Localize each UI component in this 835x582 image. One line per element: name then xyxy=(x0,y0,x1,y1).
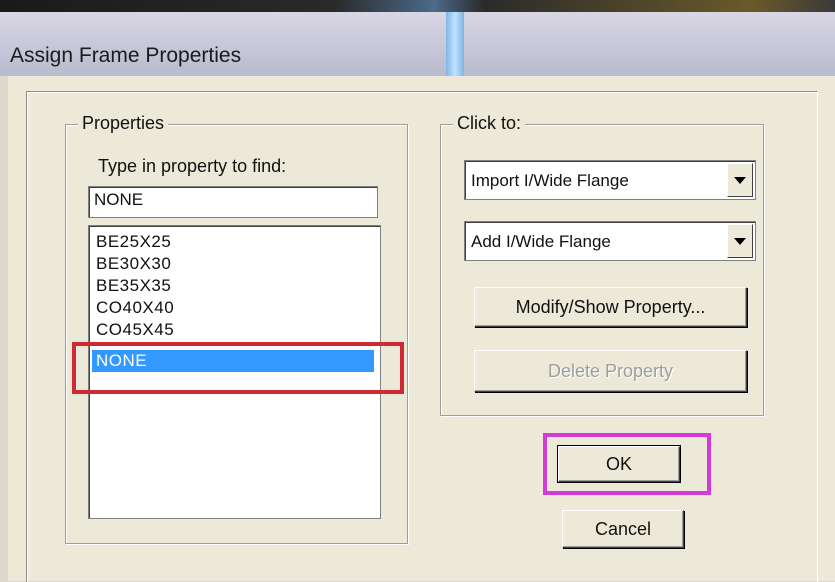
list-item[interactable]: BE25X25 xyxy=(92,231,374,253)
title-bar[interactable]: Assign Frame Properties xyxy=(0,12,835,76)
background-strip xyxy=(0,0,835,12)
find-input[interactable]: NONE xyxy=(88,186,378,218)
find-input-value: NONE xyxy=(94,190,144,209)
window-title: Assign Frame Properties xyxy=(10,44,242,67)
cancel-button[interactable]: Cancel xyxy=(562,510,684,548)
find-label: Type in property to find: xyxy=(98,156,287,176)
ok-button[interactable]: OK xyxy=(558,446,680,482)
list-item[interactable]: CO45X45 xyxy=(92,319,374,341)
properties-list[interactable]: BE25X25 BE30X30 BE35X35 CO40X40 CO45X45 … xyxy=(88,225,381,519)
click-to-legend: Click to: xyxy=(453,113,526,134)
import-combo[interactable]: Import I/Wide Flange xyxy=(464,160,756,200)
list-item[interactable]: BE35X35 xyxy=(92,275,374,297)
chevron-down-icon[interactable] xyxy=(727,163,753,197)
list-item[interactable]: BE30X30 xyxy=(92,253,374,275)
add-combo[interactable]: Add I/Wide Flange xyxy=(464,221,756,261)
modify-show-property-button[interactable]: Modify/Show Property... xyxy=(474,287,747,327)
delete-property-button[interactable]: Delete Property xyxy=(474,350,747,392)
chevron-down-icon[interactable] xyxy=(727,224,753,258)
import-combo-value: Import I/Wide Flange xyxy=(471,171,629,190)
add-combo-value: Add I/Wide Flange xyxy=(471,232,611,251)
list-item[interactable]: CO40X40 xyxy=(92,297,374,319)
list-item-selected[interactable]: NONE xyxy=(92,350,374,372)
properties-legend: Properties xyxy=(78,113,169,134)
background-highlight xyxy=(446,12,464,76)
